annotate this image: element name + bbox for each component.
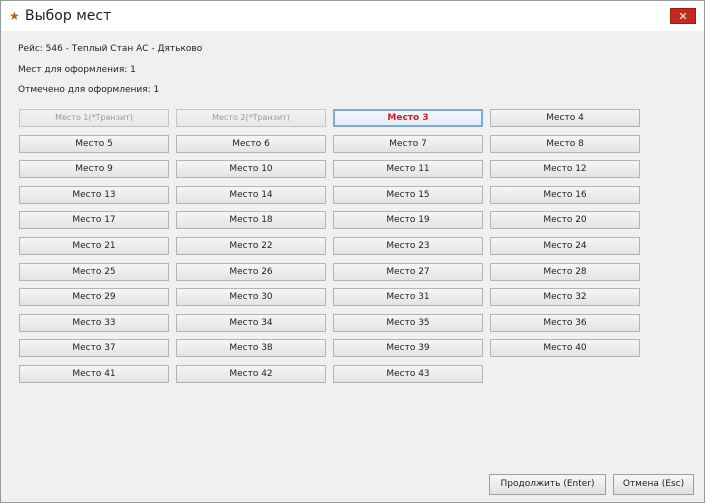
- seat-button-12[interactable]: Место 12: [490, 160, 640, 178]
- seat-button-43[interactable]: Место 43: [333, 365, 483, 383]
- seat-button-13[interactable]: Место 13: [19, 186, 169, 204]
- seat-button-23[interactable]: Место 23: [333, 237, 483, 255]
- seat-button-25[interactable]: Место 25: [19, 263, 169, 281]
- seat-button-16[interactable]: Место 16: [490, 186, 640, 204]
- seat-button-24[interactable]: Место 24: [490, 237, 640, 255]
- seat-button-6[interactable]: Место 6: [176, 135, 326, 153]
- seats-to-issue-info: Мест для оформления: 1: [18, 65, 136, 75]
- seat-button-9[interactable]: Место 9: [19, 160, 169, 178]
- seat-button-42[interactable]: Место 42: [176, 365, 326, 383]
- route-info: Рейс: 546 - Теплый Стан АС - Дятьково: [18, 44, 203, 54]
- seat-button-28[interactable]: Место 28: [490, 263, 640, 281]
- seat-button-38[interactable]: Место 38: [176, 339, 326, 357]
- seat-button-39[interactable]: Место 39: [333, 339, 483, 357]
- seat-button-40[interactable]: Место 40: [490, 339, 640, 357]
- seat-button-41[interactable]: Место 41: [19, 365, 169, 383]
- seat-button-35[interactable]: Место 35: [333, 314, 483, 332]
- close-button[interactable]: ✕: [670, 8, 696, 24]
- seat-button-33[interactable]: Место 33: [19, 314, 169, 332]
- seat-button-5[interactable]: Место 5: [19, 135, 169, 153]
- seat-button-30[interactable]: Место 30: [176, 288, 326, 306]
- seat-button-19[interactable]: Место 19: [333, 211, 483, 229]
- seat-button-18[interactable]: Место 18: [176, 211, 326, 229]
- cancel-button[interactable]: Отмена (Esc): [613, 474, 694, 495]
- seat-button-8[interactable]: Место 8: [490, 135, 640, 153]
- seat-button-27[interactable]: Место 27: [333, 263, 483, 281]
- seat-button-26[interactable]: Место 26: [176, 263, 326, 281]
- seat-button-15[interactable]: Место 15: [333, 186, 483, 204]
- seat-button-29[interactable]: Место 29: [19, 288, 169, 306]
- seat-button-34[interactable]: Место 34: [176, 314, 326, 332]
- seat-button-20[interactable]: Место 20: [490, 211, 640, 229]
- seat-button-11[interactable]: Место 11: [333, 160, 483, 178]
- seat-button-14[interactable]: Место 14: [176, 186, 326, 204]
- seat-button-31[interactable]: Место 31: [333, 288, 483, 306]
- window-title: Выбор мест: [25, 8, 112, 24]
- seat-button-17[interactable]: Место 17: [19, 211, 169, 229]
- seat-button-1[interactable]: Место 1(*Транзит): [19, 109, 169, 127]
- seat-button-7[interactable]: Место 7: [333, 135, 483, 153]
- seat-button-2[interactable]: Место 2(*Транзит): [176, 109, 326, 127]
- title-bar: ★ Выбор мест ✕: [1, 1, 704, 31]
- seat-button-36[interactable]: Место 36: [490, 314, 640, 332]
- app-icon: ★: [9, 9, 20, 23]
- seat-button-3[interactable]: Место 3: [333, 109, 483, 127]
- seat-button-32[interactable]: Место 32: [490, 288, 640, 306]
- marked-to-issue-info: Отмечено для оформления: 1: [18, 85, 160, 95]
- seat-button-37[interactable]: Место 37: [19, 339, 169, 357]
- seat-button-21[interactable]: Место 21: [19, 237, 169, 255]
- seat-button-4[interactable]: Место 4: [490, 109, 640, 127]
- seat-button-10[interactable]: Место 10: [176, 160, 326, 178]
- continue-button[interactable]: Продолжить (Enter): [489, 474, 606, 495]
- seat-button-22[interactable]: Место 22: [176, 237, 326, 255]
